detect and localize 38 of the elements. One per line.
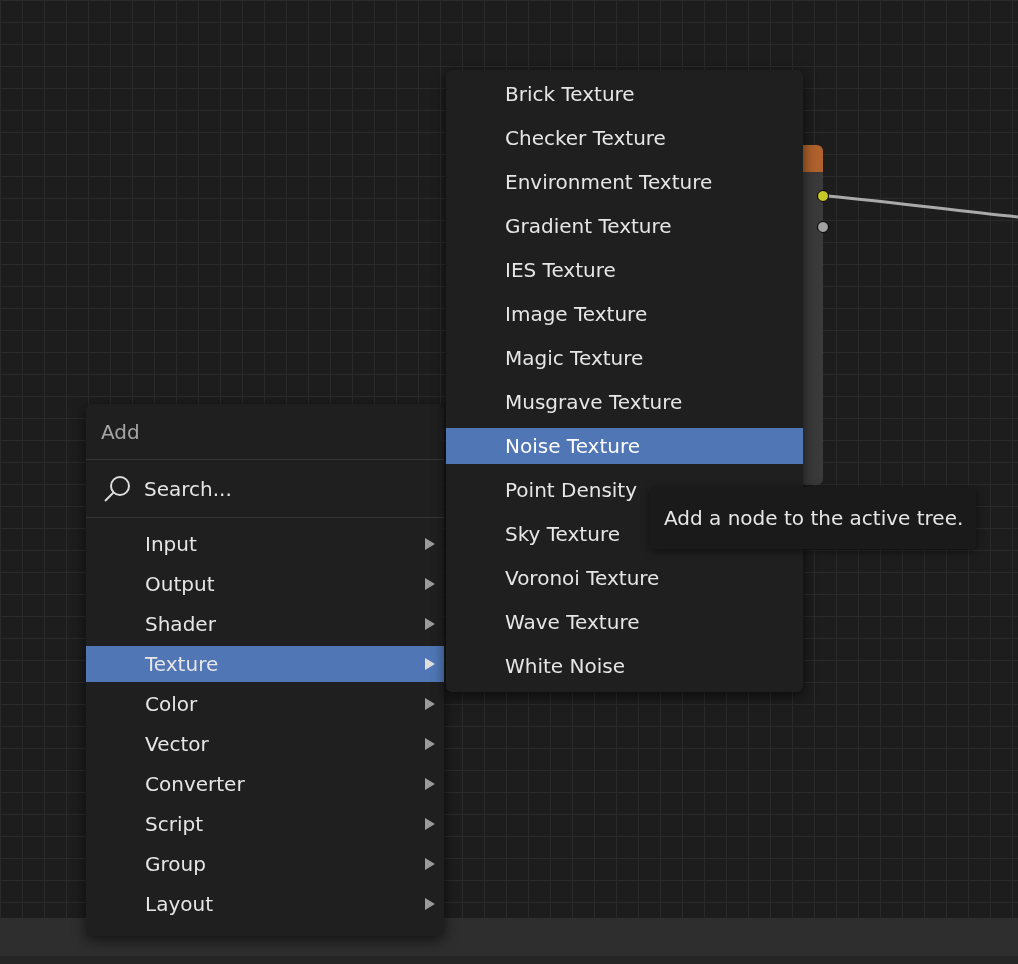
- submenu-arrow-icon: [424, 578, 436, 590]
- search-icon: [102, 473, 132, 504]
- submenu-item[interactable]: Environment Texture: [446, 164, 803, 200]
- submenu-arrow-icon: [424, 778, 436, 790]
- menu-item[interactable]: Input: [86, 526, 444, 562]
- submenu-item[interactable]: Musgrave Texture: [446, 384, 803, 420]
- submenu-arrow-icon: [424, 618, 436, 630]
- menu-item[interactable]: Texture: [86, 646, 444, 682]
- submenu-item[interactable]: Brick Texture: [446, 76, 803, 112]
- tooltip-text: Add a node to the active tree.: [664, 505, 964, 532]
- submenu-item[interactable]: Checker Texture: [446, 120, 803, 156]
- menu-item[interactable]: Group: [86, 846, 444, 882]
- search-item[interactable]: Search...: [86, 460, 444, 518]
- submenu-item[interactable]: White Noise: [446, 648, 803, 684]
- menu-item[interactable]: Converter: [86, 766, 444, 802]
- menu-item[interactable]: Color: [86, 686, 444, 722]
- menu-item[interactable]: Vector: [86, 726, 444, 762]
- menu-item[interactable]: Script: [86, 806, 444, 842]
- submenu-arrow-icon: [424, 898, 436, 910]
- submenu-arrow-icon: [424, 538, 436, 550]
- submenu-item[interactable]: IES Texture: [446, 252, 803, 288]
- menu-item[interactable]: Layout: [86, 886, 444, 922]
- menu-title: Add: [101, 418, 140, 446]
- submenu-arrow-icon: [424, 738, 436, 750]
- menu-item[interactable]: Output: [86, 566, 444, 602]
- menu-item[interactable]: Shader: [86, 606, 444, 642]
- submenu-item[interactable]: Magic Texture: [446, 340, 803, 376]
- submenu-arrow-icon: [424, 818, 436, 830]
- submenu-item[interactable]: Noise Texture: [446, 428, 803, 464]
- node-header[interactable]: [803, 145, 823, 172]
- node-body[interactable]: [803, 172, 823, 485]
- submenu-item[interactable]: Gradient Texture: [446, 208, 803, 244]
- submenu-item[interactable]: Wave Texture: [446, 604, 803, 640]
- submenu-arrow-icon: [424, 658, 436, 670]
- submenu-item[interactable]: Image Texture: [446, 296, 803, 332]
- submenu-arrow-icon: [424, 698, 436, 710]
- submenu-item[interactable]: Voronoi Texture: [446, 560, 803, 596]
- submenu-arrow-icon: [424, 858, 436, 870]
